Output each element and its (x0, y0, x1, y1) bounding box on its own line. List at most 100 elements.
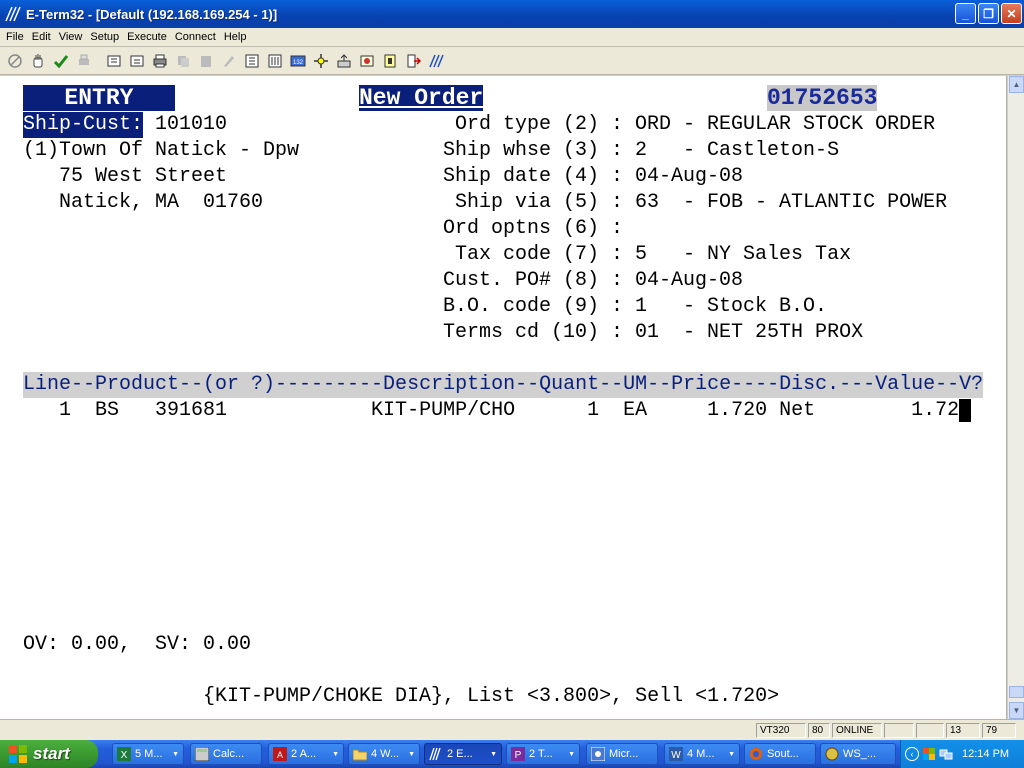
vertical-scrollbar[interactable]: ▲ ▼ (1007, 76, 1024, 719)
move-icon[interactable] (310, 50, 332, 72)
toolbar: 132 (0, 47, 1024, 75)
svg-text:132: 132 (293, 60, 304, 66)
task-label: 2 E... (447, 748, 473, 760)
text-cursor: _ (959, 399, 972, 422)
new-order-header: New Order (359, 85, 484, 111)
ws-ftp-icon (825, 747, 839, 761)
eterm-logo-icon[interactable] (425, 50, 447, 72)
address-line: Natick, MA 01760 (23, 191, 264, 214)
upload-icon[interactable] (103, 50, 125, 72)
online-status: ONLINE (832, 723, 882, 738)
field-tax-code: Tax code (7) : 5 - NY Sales Tax (443, 243, 852, 266)
firefox-icon (750, 748, 762, 760)
download-icon[interactable] (126, 50, 148, 72)
paste-disabled-icon[interactable] (195, 50, 217, 72)
product-info-line: {KIT-PUMP/CHOKE DIA}, List <3.800>, Sell… (203, 685, 780, 708)
excel-icon: X (117, 747, 131, 761)
task-microsoft[interactable]: Micr... (586, 743, 658, 765)
field-terms-cd: Terms cd (10) : 01 - NET 25TH PROX (443, 321, 864, 344)
tray-expand-icon[interactable]: ‹ (905, 747, 919, 761)
task-ws-ftp[interactable]: WS_... (820, 743, 896, 765)
task-label: Sout... (767, 748, 799, 760)
task-publisher[interactable]: P 2 T... ▼ (506, 743, 580, 765)
display-132-icon[interactable]: 132 (287, 50, 309, 72)
edit-disabled-icon[interactable] (218, 50, 240, 72)
exit-icon[interactable] (402, 50, 424, 72)
screen-1-icon[interactable] (241, 50, 263, 72)
field-ship-date: Ship date (4) : 04-Aug-08 (443, 165, 744, 188)
task-label: 2 T... (529, 748, 553, 760)
svg-text:P: P (515, 750, 522, 761)
address-line: (1)Town Of Natick - Dpw (23, 139, 300, 162)
network-icon[interactable] (939, 747, 953, 761)
field-bo-code: B.O. code (9) : 1 - Stock B.O. (443, 295, 828, 318)
task-eterm[interactable]: 2 E... ▼ (424, 743, 502, 765)
task-label: 2 A... (291, 748, 317, 760)
columns-status: 80 (808, 723, 830, 738)
copy-disabled-icon[interactable] (172, 50, 194, 72)
line-grid-header: Line--Product--(or ?)---------Descriptio… (23, 372, 984, 398)
tray-clock[interactable]: 12:14 PM (962, 748, 1009, 760)
menu-connect[interactable]: Connect (171, 31, 220, 43)
menu-edit[interactable]: Edit (28, 31, 55, 43)
address-line: 75 West Street (23, 165, 228, 188)
print-disabled-icon[interactable] (73, 50, 95, 72)
restore-button[interactable]: ❐ (978, 3, 999, 24)
task-calculator[interactable]: Calc... (190, 743, 262, 765)
acrobat-icon: A (273, 747, 287, 761)
svg-text:A: A (277, 750, 283, 760)
menu-file[interactable]: File (2, 31, 28, 43)
publisher-icon: P (511, 747, 525, 761)
totals-line: OV: 0.00, SV: 0.00 (23, 633, 252, 656)
system-tray: ‹ 12:14 PM (900, 740, 1024, 768)
svg-text:W: W (671, 750, 681, 761)
start-button[interactable]: start (0, 740, 98, 768)
ship-cust-value[interactable]: 101010 (155, 112, 227, 138)
line-grid-row[interactable]: 1 BS 391681 KIT-PUMP/CHO 1 EA 1.720 Net … (23, 398, 971, 424)
field-ship-via: Ship via (5) : 63 - FOB - ATLANTIC POWER (443, 191, 948, 214)
task-explorer[interactable]: 4 W... ▼ (348, 743, 420, 765)
title-bar[interactable]: E-Term32 - [Default (192.168.169.254 - 1… (0, 0, 1024, 28)
start-label: start (33, 744, 70, 763)
minimize-button[interactable]: _ (955, 3, 976, 24)
svg-text:X: X (121, 750, 128, 761)
task-word[interactable]: W 4 M... ▼ (664, 743, 740, 765)
eterm-icon (429, 747, 441, 761)
cursor-col-status: 79 (982, 723, 1016, 738)
task-excel[interactable]: X 5 M... ▼ (112, 743, 184, 765)
close-button[interactable]: ✕ (1001, 3, 1022, 24)
blank-status (884, 723, 914, 738)
disconnect-icon[interactable] (4, 50, 26, 72)
cursor-row-status: 13 (946, 723, 980, 738)
scroll-thumb[interactable] (1009, 686, 1024, 698)
task-label: 5 M... (135, 748, 163, 760)
menu-setup[interactable]: Setup (86, 31, 123, 43)
terminal-screen[interactable]: ENTRY New Order 01752653 Ship-Cust: 1010… (0, 76, 1007, 719)
field-cust-po: Cust. PO# (8) : 04-Aug-08 (443, 269, 744, 292)
scroll-down-button[interactable]: ▼ (1009, 702, 1024, 719)
screen-2-icon[interactable] (264, 50, 286, 72)
transfer-icon[interactable] (333, 50, 355, 72)
script-icon[interactable] (379, 50, 401, 72)
taskbar: start X 5 M... ▼ Calc... A 2 A... ▼ 4 W...… (0, 740, 1024, 768)
window-title: E-Term32 - [Default (192.168.169.254 - 1… (26, 6, 278, 22)
task-label: WS_... (843, 748, 877, 760)
menu-view[interactable]: View (55, 31, 87, 43)
field-ord-optns: Ord optns (6) : (443, 217, 624, 240)
task-firefox[interactable]: Sout... (744, 743, 816, 765)
status-bar: VT320 80 ONLINE 13 79 (0, 719, 1024, 740)
hand-icon[interactable] (27, 50, 49, 72)
task-label: Calc... (213, 748, 245, 760)
task-label: 4 M... (687, 748, 715, 760)
ship-cust-label: Ship-Cust: (23, 112, 144, 138)
app-window-icon (591, 747, 605, 761)
connect-icon[interactable] (50, 50, 72, 72)
macro-icon[interactable] (356, 50, 378, 72)
printer-icon[interactable] (149, 50, 171, 72)
menu-help[interactable]: Help (220, 31, 251, 43)
task-acrobat[interactable]: A 2 A... ▼ (268, 743, 344, 765)
tray-app-icon[interactable] (922, 747, 936, 761)
menu-execute[interactable]: Execute (123, 31, 171, 43)
folder-icon (353, 749, 367, 761)
scroll-up-button[interactable]: ▲ (1009, 76, 1024, 93)
